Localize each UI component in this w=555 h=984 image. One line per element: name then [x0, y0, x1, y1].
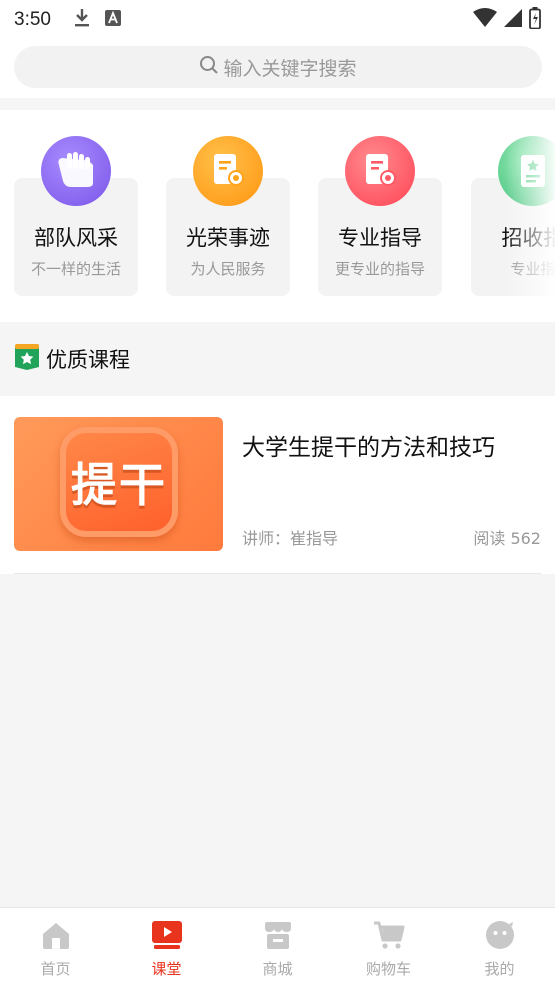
- category-item-troop-style[interactable]: 部队风采 不一样的生活: [14, 110, 138, 322]
- course-read-count: 阅读 562: [473, 529, 541, 548]
- status-system-icons: [473, 7, 541, 33]
- nav-label: 课堂: [151, 960, 182, 978]
- category-item-professional-guidance[interactable]: 专业指导 更专业的指导: [318, 110, 442, 322]
- nav-item-profile[interactable]: 我的: [444, 908, 555, 984]
- search-placeholder: 输入关键字搜索: [223, 57, 357, 80]
- scroll-fade-overlay: [505, 110, 555, 322]
- category-subtitle: 更专业的指导: [334, 260, 425, 278]
- signal-icon: [503, 8, 523, 32]
- star-shield-icon: [14, 343, 40, 375]
- home-icon: [41, 920, 71, 954]
- battery-icon: [529, 7, 541, 33]
- nav-label: 商城: [262, 960, 293, 978]
- nav-item-cart[interactable]: 购物车: [333, 908, 444, 984]
- nav-label: 首页: [40, 960, 71, 978]
- search-bar-area: 输入关键字搜索: [0, 40, 555, 98]
- category-title: 专业指导: [338, 226, 422, 250]
- certificate-icon: [345, 136, 415, 206]
- category-strip[interactable]: 部队风采 不一样的生活 光荣事迹 为人民服务 专业指导 更专业的指导: [0, 110, 555, 322]
- category-subtitle: 不一样的生活: [30, 260, 121, 278]
- course-list: 提干 大学生提干的方法和技巧 讲师：崔指导 阅读 562: [0, 396, 555, 574]
- play-tv-icon: [151, 920, 183, 954]
- course-thumbnail: 提干: [14, 417, 223, 551]
- category-subtitle: 为人民服务: [190, 260, 266, 278]
- download-icon: [73, 8, 91, 32]
- nav-label: 我的: [484, 960, 515, 978]
- bottom-nav: 首页 课堂 商城 购物车 我的: [0, 907, 555, 984]
- divider: [14, 573, 541, 574]
- section-header: 优质课程: [0, 334, 555, 384]
- nav-item-store[interactable]: 商城: [222, 908, 333, 984]
- status-time: 3:50: [14, 9, 51, 30]
- nav-item-classroom[interactable]: 课堂: [111, 908, 222, 984]
- course-teacher: 讲师：崔指导: [242, 529, 339, 548]
- store-icon: [263, 920, 293, 954]
- course-title: 大学生提干的方法和技巧: [242, 435, 495, 461]
- text-a-icon: [104, 10, 121, 30]
- search-icon: [199, 55, 223, 80]
- status-notification-icons: [73, 8, 121, 32]
- category-title: 光荣事迹: [186, 226, 270, 250]
- nav-label: 购物车: [365, 960, 411, 978]
- wifi-icon: [473, 8, 497, 32]
- section-title: 优质课程: [46, 348, 130, 372]
- category-title: 部队风采: [34, 226, 118, 250]
- salute-hand-icon: [41, 136, 111, 206]
- thumbnail-text: 提干: [71, 458, 167, 512]
- certificate-icon: [193, 136, 263, 206]
- nav-item-home[interactable]: 首页: [0, 908, 111, 984]
- thumbnail-badge: 提干: [60, 427, 178, 537]
- status-bar: 3:50: [0, 0, 555, 40]
- course-card[interactable]: 提干 大学生提干的方法和技巧 讲师：崔指导 阅读 562: [0, 396, 555, 574]
- search-input[interactable]: 输入关键字搜索: [14, 46, 542, 88]
- profile-face-icon: [485, 920, 515, 954]
- cart-icon: [373, 920, 405, 954]
- category-item-glory-deeds[interactable]: 光荣事迹 为人民服务: [166, 110, 290, 322]
